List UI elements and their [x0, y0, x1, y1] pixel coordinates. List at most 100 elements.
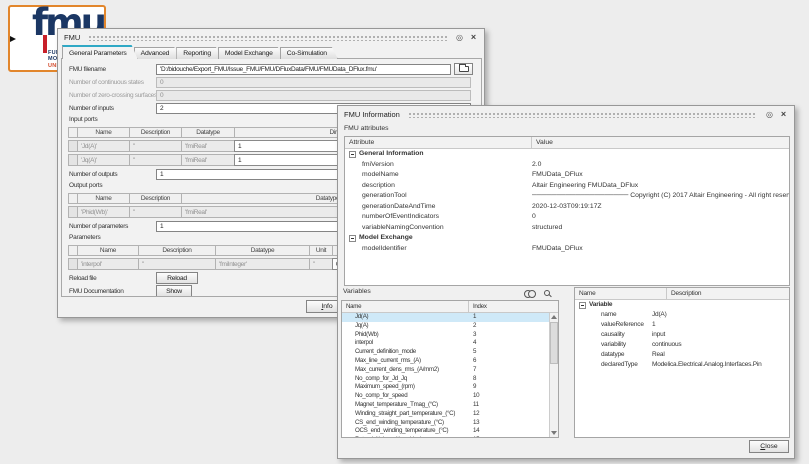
list-item[interactable]: interpol4	[342, 339, 549, 348]
collapse-icon[interactable]	[349, 235, 356, 242]
tree-item-row: description Altair Engineering FMUData_D…	[345, 181, 789, 192]
col-header-name: Name	[77, 245, 139, 256]
attributes-header: Attribute Value	[345, 137, 789, 149]
num-inputs-label: Number of inputs	[69, 105, 156, 112]
block-input-port-icon[interactable]	[10, 36, 16, 42]
tree-group-row: General Information	[345, 149, 789, 160]
filename-input[interactable]: 'D:/bidouche/Export_FMU/Issue_FMU/FMU/DF…	[156, 64, 451, 75]
details-header: Name Description	[575, 288, 789, 300]
tree-group-row: Model Exchange	[345, 233, 789, 244]
list-item[interactable]: Magnet_temperature_Tmag_(°C)11	[342, 401, 549, 410]
cell-name: 'Jd(A)'	[77, 140, 130, 152]
cell-name: 'interpol'	[77, 258, 139, 270]
titlebar-drag-handle[interactable]	[88, 34, 447, 41]
list-item[interactable]: Jd(A)1	[342, 313, 549, 322]
tab-advanced[interactable]: Advanced	[134, 47, 181, 59]
tree-group-row: Variable	[575, 300, 789, 310]
scroll-up-icon[interactable]	[551, 315, 557, 319]
cell-description: ''	[129, 154, 182, 166]
continuous-states-row: Number of continuous states 0	[69, 76, 474, 88]
close-button[interactable]: Close	[749, 440, 789, 453]
cell-datatype: 'fmiReal'	[181, 154, 235, 166]
col-header-description[interactable]: Description	[667, 288, 789, 299]
list-item[interactable]: CS_end_winding_temperature_(°C)13	[342, 419, 549, 428]
help-icon[interactable]: ◎	[455, 33, 464, 42]
col-header-name[interactable]: Name	[342, 301, 469, 312]
find-icon[interactable]	[524, 290, 536, 297]
diagram-canvas: fmu FUNC MOCK UNIT FMU ◎ × General Param…	[0, 0, 809, 464]
show-button[interactable]: Show	[156, 285, 192, 297]
scroll-thumb[interactable]	[550, 322, 558, 364]
zero-crossing-row: Number of zero-crossing surfaces. 0	[69, 89, 474, 101]
help-icon[interactable]: ◎	[765, 110, 774, 119]
list-item[interactable]: Max_current_dens_rms_(A/mm2)7	[342, 366, 549, 375]
fmu-dialog-tabs: General Parameters Advanced Reporting Mo…	[62, 45, 334, 59]
col-header-attribute: Attribute	[345, 137, 532, 148]
col-header-name: Name	[77, 127, 130, 138]
search-icon[interactable]	[544, 290, 550, 296]
variables-list: Name Index Jd(A)1 Jq(A)2 Phid(Wb)3 inter…	[341, 300, 559, 438]
variables-header: Name Index	[342, 301, 558, 313]
tree-item-row: fmiVersion 2.0	[345, 160, 789, 171]
tree-item-row: datatypeReal	[575, 350, 789, 360]
tree-item-row: numberOfEventIndicators 0	[345, 212, 789, 223]
close-icon[interactable]: ×	[779, 110, 788, 119]
col-header-name: Name	[77, 193, 130, 204]
info-dialog-titlebar[interactable]: FMU Information ◎ ×	[338, 106, 794, 122]
tree-item-row: variabilitycontinuous	[575, 340, 789, 350]
list-item[interactable]: Max_line_current_rms_(A)6	[342, 357, 549, 366]
tree-item-row: modelIdentifier FMUData_DFlux	[345, 244, 789, 255]
tree-item-row: nameJd(A)	[575, 310, 789, 320]
col-header-unit: Unit	[309, 245, 333, 256]
tree-item-row: generationTool ──────────────────── Copy…	[345, 191, 789, 202]
scrollbar[interactable]	[549, 313, 558, 437]
reload-label: Reload file	[69, 275, 156, 282]
col-header-value: Value	[532, 137, 789, 148]
browse-button[interactable]	[454, 63, 473, 75]
variables-rows: Jd(A)1 Jq(A)2 Phid(Wb)3 interpol4 Curren…	[342, 313, 549, 438]
col-header-datatype: Datatype	[181, 127, 235, 138]
list-item[interactable]: Phid(Wb)3	[342, 331, 549, 340]
tree-item-row: declaredTypeModelica.Electrical.Analog.I…	[575, 360, 789, 370]
tab-model-exchange[interactable]: Model Exchange	[218, 47, 284, 59]
reload-button[interactable]: Reload	[156, 272, 198, 284]
list-item[interactable]: Maximum_speed_(rpm)9	[342, 383, 549, 392]
col-header-name[interactable]: Name	[575, 288, 667, 299]
tree-item-row: modelName FMUData_DFlux	[345, 170, 789, 181]
collapse-icon[interactable]	[579, 302, 586, 309]
num-parameters-label: Number of parameters	[69, 223, 156, 230]
continuous-states-label: Number of continuous states	[69, 79, 156, 86]
tab-reporting[interactable]: Reporting	[176, 47, 222, 59]
list-item[interactable]: Current_definition_mode5	[342, 348, 549, 357]
tab-co-simulation[interactable]: Co-Simulation	[280, 47, 338, 59]
col-header-index[interactable]: Index	[469, 301, 558, 312]
tab-general-parameters[interactable]: General Parameters	[62, 45, 138, 59]
close-icon[interactable]: ×	[469, 33, 478, 42]
num-outputs-label: Number of outputs	[69, 171, 156, 178]
collapse-icon[interactable]	[349, 151, 356, 158]
scroll-down-icon[interactable]	[551, 431, 557, 435]
col-header-datatype: Datatype	[215, 245, 310, 256]
list-item[interactable]: Winding_straight_part_temperature_(°C)12	[342, 410, 549, 419]
info-dialog-title: FMU Information	[344, 110, 400, 119]
list-item[interactable]: OCS_end_winding_temperature_(°C)14	[342, 427, 549, 436]
variable-details: Name Description Variable nameJd(A) valu…	[574, 287, 790, 438]
tree-item-row: valueReference1	[575, 320, 789, 330]
filename-row: FMU filename 'D:/bidouche/Export_FMU/Iss…	[69, 63, 474, 75]
continuous-states-field: 0	[156, 77, 471, 88]
list-item[interactable]: Rotor_initial_position_(deg)15	[342, 436, 549, 438]
documentation-label: FMU Documentation	[69, 288, 156, 295]
list-item[interactable]: Jq(A)2	[342, 322, 549, 331]
titlebar-drag-handle[interactable]	[408, 111, 757, 118]
col-header-description: Description	[129, 127, 182, 138]
fmu-attributes-label: FMU attributes	[344, 125, 389, 132]
filename-label: FMU filename	[69, 66, 156, 73]
list-item[interactable]: No_comp_for_speed10	[342, 392, 549, 401]
list-item[interactable]: No_comp_for_Jd_Jq8	[342, 375, 549, 384]
cell-description: ''	[129, 206, 182, 218]
col-header-description: Description	[129, 193, 182, 204]
cell-unit: ''	[309, 258, 333, 270]
zero-crossing-label: Number of zero-crossing surfaces.	[69, 92, 156, 99]
fmu-dialog-titlebar[interactable]: FMU ◎ ×	[58, 29, 484, 45]
zero-crossing-field: 0	[156, 90, 471, 101]
